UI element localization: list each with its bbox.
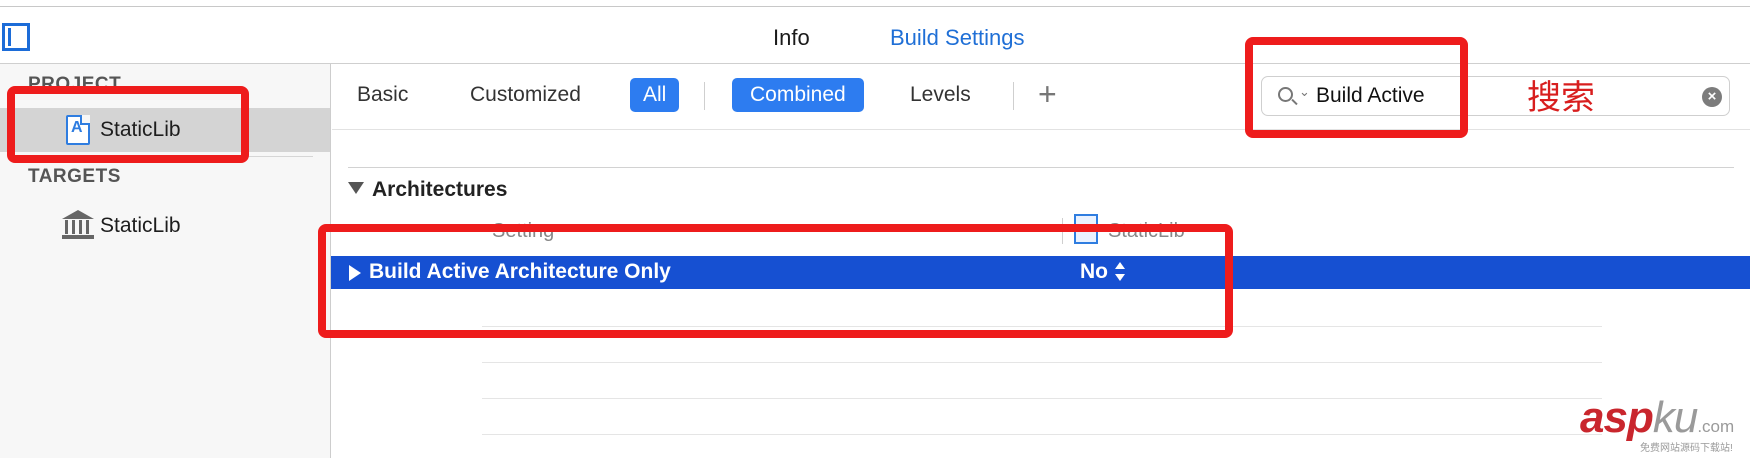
row-divider (482, 362, 1602, 363)
clear-icon[interactable]: × (1702, 87, 1722, 107)
view-combined-button[interactable]: Combined (732, 78, 864, 112)
annotation-box-setting-row (318, 224, 1233, 338)
disclosure-triangle-icon[interactable] (348, 182, 364, 194)
targets-header: TARGETS (28, 166, 121, 187)
target-building-icon (62, 210, 94, 240)
watermark-tagline: 免费网站源码下载站! (1640, 443, 1733, 454)
annotation-search-label: 搜索 (1527, 78, 1595, 118)
section-architectures[interactable]: Architectures (348, 178, 507, 202)
row-divider (482, 434, 1602, 435)
add-setting-button[interactable]: + (1038, 76, 1057, 112)
watermark-logo: aspku.com 免费网站源码下载站! (1580, 395, 1750, 458)
watermark-brand-suffix: ku (1652, 393, 1698, 442)
watermark-brand: asp (1580, 393, 1654, 442)
table-top-rule (348, 167, 1734, 168)
view-levels-button[interactable]: Levels (910, 78, 971, 112)
editor-tab-bar: Info Build Settings (0, 7, 1750, 64)
target-item-label: StaticLib (100, 214, 181, 237)
filter-customized-button[interactable]: Customized (470, 78, 581, 112)
filter-all-button[interactable]: All (630, 78, 680, 112)
watermark-domain: .com (1697, 417, 1735, 436)
filter-basic-button[interactable]: Basic (357, 78, 408, 112)
tab-build-settings[interactable]: Build Settings (890, 25, 1025, 51)
sidebar-toggle-icon[interactable] (2, 23, 30, 51)
row-divider (482, 398, 1602, 399)
filter-divider (1013, 82, 1014, 110)
annotation-box-search (1245, 37, 1468, 138)
target-item-staticlib[interactable]: StaticLib (0, 204, 330, 248)
filter-divider (704, 82, 705, 110)
annotation-box-project (7, 86, 249, 163)
section-title: Architectures (372, 178, 508, 201)
tab-info[interactable]: Info (773, 25, 810, 51)
